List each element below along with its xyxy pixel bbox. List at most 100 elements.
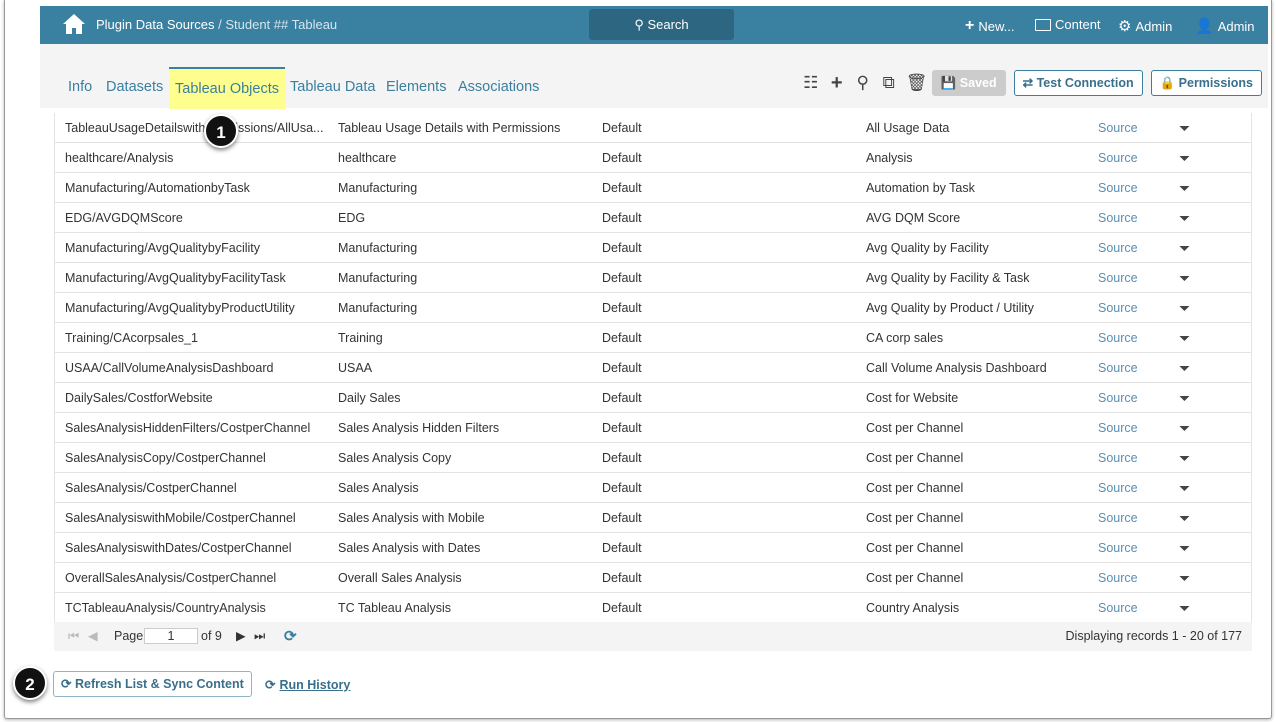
view-name: AVG DQM Score	[866, 211, 961, 225]
test-connection-label: Test Connection	[1036, 76, 1134, 90]
source-link[interactable]: Source	[1098, 113, 1138, 143]
content-button[interactable]: Content	[1035, 17, 1101, 32]
copy-icon[interactable]: ⧉	[880, 73, 898, 93]
source-link[interactable]: Source	[1098, 473, 1138, 503]
tab-datasets[interactable]: Datasets	[100, 67, 169, 109]
source-link[interactable]: Source	[1098, 563, 1138, 593]
table-row[interactable]: SalesAnalysiswithDates/CostperChannel Sal…	[55, 533, 1251, 563]
refresh-icon[interactable]: ⟳	[284, 622, 297, 651]
source-link[interactable]: Source	[1098, 383, 1138, 413]
saved-label: Saved	[959, 76, 997, 90]
filter-icon[interactable]: ⏷	[1179, 533, 1190, 563]
objects-table: TableauUsageDetailswithPermissions/AllUs…	[54, 113, 1252, 623]
object-name: TableauUsageDetailswithPermissions/AllUs…	[65, 121, 324, 135]
table-row[interactable]: DailySales/CostforWebsite Daily Sales Defa…	[55, 383, 1251, 413]
refresh-icon: ⟳	[61, 677, 72, 691]
page-input[interactable]: 1	[144, 628, 198, 644]
filter-icon[interactable]: ⏷	[1179, 323, 1190, 353]
filter-icon[interactable]: ⏷	[1179, 233, 1190, 263]
filter-icon[interactable]: ⏷	[1179, 293, 1190, 323]
object-name: Training/CAcorpsales_1	[65, 331, 198, 345]
test-connection-button[interactable]: ⇄ Test Connection	[1013, 70, 1143, 96]
breadcrumb-main[interactable]: Plugin Data Sources	[96, 17, 215, 32]
filter-icon[interactable]: ⏷	[1179, 413, 1190, 443]
project: Default	[602, 121, 642, 135]
workbook: USAA	[338, 361, 373, 375]
search-button[interactable]: ⚲ Search	[589, 9, 734, 40]
table-row[interactable]: SalesAnalysisCopy/CostperChannel Sales An…	[55, 443, 1251, 473]
filter-icon[interactable]: ⏷	[1179, 593, 1190, 623]
new-button[interactable]: + New...	[965, 17, 1014, 35]
filter-icon[interactable]: ⏷	[1179, 443, 1190, 473]
workbook: Sales Analysis	[338, 481, 419, 495]
project: Default	[602, 541, 642, 555]
view-name: Avg Quality by Facility	[866, 241, 989, 255]
filter-icon[interactable]: ⏷	[1179, 173, 1190, 203]
admin-settings-button[interactable]: ⚙ Admin	[1118, 17, 1172, 35]
home-icon[interactable]	[62, 13, 86, 35]
filter-icon[interactable]: ⏷	[1179, 203, 1190, 233]
table-row[interactable]: SalesAnalysis/CostperChannel Sales Analys…	[55, 473, 1251, 503]
project: Default	[602, 151, 642, 165]
table-row[interactable]: SalesAnalysisHiddenFilters/CostperChanne…	[55, 413, 1251, 443]
table-row[interactable]: OverallSalesAnalysis/CostperChannel Overa…	[55, 563, 1251, 593]
tab-elements[interactable]: Elements	[380, 67, 452, 109]
source-link[interactable]: Source	[1098, 143, 1138, 173]
table-row[interactable]: Manufacturing/AvgQualitybyFacilityTask Ma…	[55, 263, 1251, 293]
view-name: Avg Quality by Product / Utility	[866, 301, 1034, 315]
user-menu[interactable]: 👤 Admin	[1195, 17, 1255, 35]
user-label: Admin	[1217, 18, 1255, 34]
source-link[interactable]: Source	[1098, 353, 1138, 383]
table-row[interactable]: EDG/AVGDQMScore EDG Default AVG DQM Score So…	[55, 203, 1251, 233]
refresh-sync-button[interactable]: ⟳ Refresh List & Sync Content	[53, 671, 252, 697]
tab-tableau-data[interactable]: Tableau Data	[284, 67, 381, 109]
source-link[interactable]: Source	[1098, 503, 1138, 533]
source-link[interactable]: Source	[1098, 173, 1138, 203]
hierarchy-icon[interactable]: ☷	[802, 73, 820, 93]
first-page-icon[interactable]: ⏮	[68, 622, 79, 651]
trash-icon[interactable]: 🗑	[906, 73, 928, 93]
table-row[interactable]: Training/CAcorpsales_1 Training Default CA …	[55, 323, 1251, 353]
filter-icon[interactable]: ⏷	[1179, 353, 1190, 383]
source-link[interactable]: Source	[1098, 593, 1138, 623]
source-link[interactable]: Source	[1098, 443, 1138, 473]
last-page-icon[interactable]: ⏭	[254, 622, 265, 651]
source-link[interactable]: Source	[1098, 263, 1138, 293]
source-link[interactable]: Source	[1098, 293, 1138, 323]
filter-icon[interactable]: ⏷	[1179, 263, 1190, 293]
page-count: of 9	[201, 629, 222, 643]
save-icon: 💾	[940, 76, 957, 90]
table-row[interactable]: Manufacturing/AvgQualitybyProductUtility…	[55, 293, 1251, 323]
table-row[interactable]: SalesAnalysiswithMobile/CostperChannel Sa…	[55, 503, 1251, 533]
add-icon[interactable]: +	[828, 72, 846, 95]
source-link[interactable]: Source	[1098, 233, 1138, 263]
view-name: Cost per Channel	[866, 541, 964, 555]
filter-icon[interactable]: ⏷	[1179, 473, 1190, 503]
prev-page-icon[interactable]: ◀	[88, 622, 98, 651]
table-row[interactable]: Manufacturing/AutomationbyTask Manufactur…	[55, 173, 1251, 203]
tab-associations[interactable]: Associations	[452, 67, 545, 109]
filter-icon[interactable]: ⏷	[1179, 113, 1190, 143]
filter-icon[interactable]: ⏷	[1179, 383, 1190, 413]
tab-tableau-objects[interactable]: Tableau Objects	[169, 67, 285, 109]
permissions-button[interactable]: 🔒 Permissions	[1150, 70, 1262, 96]
filter-icon[interactable]: ⏷	[1179, 143, 1190, 173]
run-history-link[interactable]: ⟳ Run History	[265, 677, 350, 692]
source-link[interactable]: Source	[1098, 203, 1138, 233]
refresh-sync-label: Refresh List & Sync Content	[74, 677, 244, 691]
table-row[interactable]: USAA/CallVolumeAnalysisDashboard USAA Defa…	[55, 353, 1251, 383]
filter-icon[interactable]: ⏷	[1179, 503, 1190, 533]
view-name: Automation by Task	[866, 181, 975, 195]
filter-icon[interactable]: ⏷	[1179, 563, 1190, 593]
tab-info[interactable]: Info	[62, 67, 98, 109]
search-icon[interactable]: ⚲	[854, 73, 872, 93]
step-badge-1: 1	[204, 114, 238, 148]
next-page-icon[interactable]: ▶	[236, 622, 246, 651]
table-row[interactable]: healthcare/Analysis healthcare Default Anal…	[55, 143, 1251, 173]
source-link[interactable]: Source	[1098, 533, 1138, 563]
source-link[interactable]: Source	[1098, 323, 1138, 353]
table-row[interactable]: TCTableauAnalysis/CountryAnalysis TC Tabl…	[55, 593, 1251, 623]
table-row[interactable]: Manufacturing/AvgQualitybyFacility Manufa…	[55, 233, 1251, 263]
saved-button[interactable]: 💾 Saved	[931, 70, 1006, 96]
source-link[interactable]: Source	[1098, 413, 1138, 443]
